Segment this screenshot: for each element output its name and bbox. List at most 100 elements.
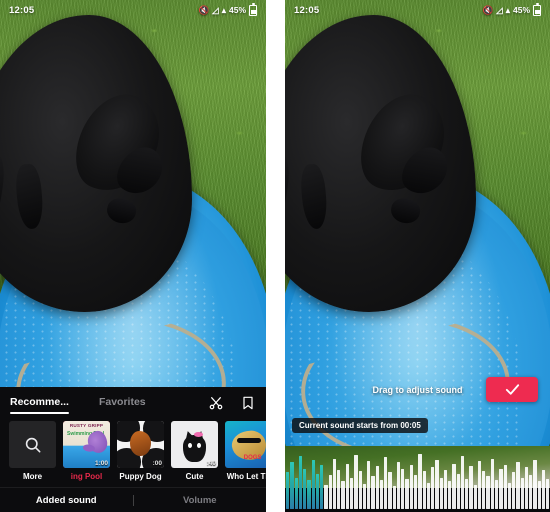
waveform-bar [367, 461, 371, 509]
cover-tag-text: DOGS [243, 455, 262, 462]
mute-icon: 🔇 [482, 4, 494, 15]
sound-waveform-track[interactable] [285, 446, 550, 512]
wifi-icon: ◿ [212, 4, 219, 15]
waveform-bar [290, 462, 294, 509]
sound-thumbnail-swimming-pool[interactable]: RUSTY GRIPP Swimming Pool 1:00 [63, 421, 110, 468]
status-bar-left: 12:05 🔇 ◿ ▴ 45% [0, 0, 266, 20]
book-cover-top-text: RUSTY GRIPP [69, 423, 104, 428]
waveform-bar [358, 471, 362, 509]
waveform-bar [456, 473, 460, 509]
sound-thumbnail-puppy-dog[interactable]: :00 [117, 421, 164, 468]
waveform-bar [465, 478, 469, 509]
status-time: 12:05 [9, 4, 35, 16]
waveform-bar [384, 457, 388, 509]
cat-body [183, 435, 206, 463]
waveform-bar [388, 472, 392, 509]
waveform-bars[interactable] [285, 446, 550, 512]
more-thumbnail[interactable] [9, 421, 56, 468]
waveform-bar [533, 459, 537, 509]
sound-label-cute: Cute [185, 472, 204, 481]
waveform-bar [315, 473, 320, 509]
sound-item-swimming-pool[interactable]: RUSTY GRIPP Swimming Pool 1:00 ing Pool [63, 421, 110, 481]
waveform-bar [524, 467, 529, 509]
sound-item-cute[interactable]: :40 Cute [171, 421, 218, 481]
sheet-tab-bar: Recomme... Favorites [0, 387, 266, 415]
sound-item-puppy-dog[interactable]: :00 Puppy Dog [117, 421, 164, 481]
battery-percent: 45% [228, 5, 246, 15]
waveform-bar [413, 474, 418, 509]
waveform-bar [375, 466, 379, 509]
waveform-bar [422, 471, 426, 509]
status-bar-right: 12:05 🔇 ◿ ▴ 45% [285, 0, 550, 20]
waveform-bar [303, 468, 307, 509]
sheet-action-group [208, 395, 256, 411]
dinosaur-illustration [86, 429, 109, 455]
check-icon [505, 384, 519, 395]
bottom-tab-volume[interactable]: Volume [134, 495, 267, 506]
sound-thumbnail-who-let-the-dogs-out[interactable]: DOGS [225, 421, 266, 468]
waveform-bar [490, 458, 495, 509]
waveform-bar [392, 486, 396, 509]
battery-percent: 45% [512, 5, 530, 15]
sound-duration: :00 [152, 460, 162, 467]
waveform-bar [507, 482, 512, 509]
waveform-bar [371, 476, 375, 509]
waveform-bar [541, 469, 546, 509]
bottom-tab-added-sound[interactable]: Added sound [0, 495, 133, 506]
waveform-bar [439, 477, 443, 509]
battery-icon [249, 3, 257, 16]
battery-icon [533, 3, 541, 16]
waveform-bar [512, 472, 516, 509]
waveform-bar [482, 471, 486, 509]
mute-icon: 🔇 [198, 4, 210, 15]
waveform-bar [431, 467, 435, 509]
waveform-bar [345, 463, 349, 509]
sound-duration: :40 [206, 460, 216, 467]
tab-recommended[interactable]: Recomme... [10, 396, 69, 414]
waveform-bar [448, 481, 452, 509]
sound-label-puppy-dog: Puppy Dog [119, 472, 162, 481]
sound-start-chip: Current sound starts from 00:05 [292, 418, 428, 433]
waveform-bar [294, 477, 298, 509]
dog-leg-front [285, 150, 292, 231]
waveform-bar [379, 480, 384, 509]
waveform-bar [332, 458, 337, 509]
bookmark-icon[interactable] [240, 395, 256, 411]
sound-label-who-let-the-dogs-out: Who Let Th [226, 472, 266, 481]
waveform-bar [503, 464, 507, 509]
waveform-bar [443, 469, 448, 509]
sound-item-who-let-the-dogs-out[interactable]: DOGS Who Let Th [225, 421, 266, 481]
sound-thumbnail-cute[interactable]: :40 [171, 421, 218, 468]
cover-dog-shape [130, 431, 151, 456]
dogs-cover-art: DOGS [225, 421, 266, 468]
video-preview-right[interactable] [285, 0, 550, 512]
dog-paw [389, 196, 423, 226]
waveform-bar [311, 459, 315, 509]
waveform-bar [401, 468, 405, 509]
sheet-bottom-tab-bar: Added sound Volume [0, 487, 266, 512]
sound-item-more[interactable]: More [9, 421, 56, 481]
waveform-bar [405, 478, 409, 509]
waveform-bar [546, 478, 550, 509]
status-indicators: 🔇 ◿ ▴ 45% [198, 3, 257, 16]
left-phone-screen: 12:05 🔇 ◿ ▴ 45% Recomme... Favorites Mor… [0, 0, 266, 512]
signal-icon: ▴ [505, 4, 510, 15]
dog-paw [104, 196, 138, 226]
wifi-icon: ◿ [496, 4, 503, 15]
waveform-bar [286, 472, 290, 509]
waveform-bar [520, 477, 524, 509]
waveform-bar [460, 456, 465, 509]
confirm-button[interactable] [486, 377, 538, 402]
scissors-icon[interactable] [208, 395, 224, 411]
sound-label-more: More [22, 472, 43, 481]
sound-duration: 1:00 [94, 460, 108, 467]
waveform-bar [435, 459, 439, 509]
waveform-bar [324, 485, 328, 509]
waveform-bar [341, 481, 345, 509]
tab-favorites[interactable]: Favorites [99, 396, 146, 414]
waveform-bar [495, 480, 499, 509]
dog-head [347, 81, 458, 205]
waveform-bar [409, 464, 413, 509]
waveform-bar [473, 485, 477, 509]
dog-head [62, 81, 174, 205]
